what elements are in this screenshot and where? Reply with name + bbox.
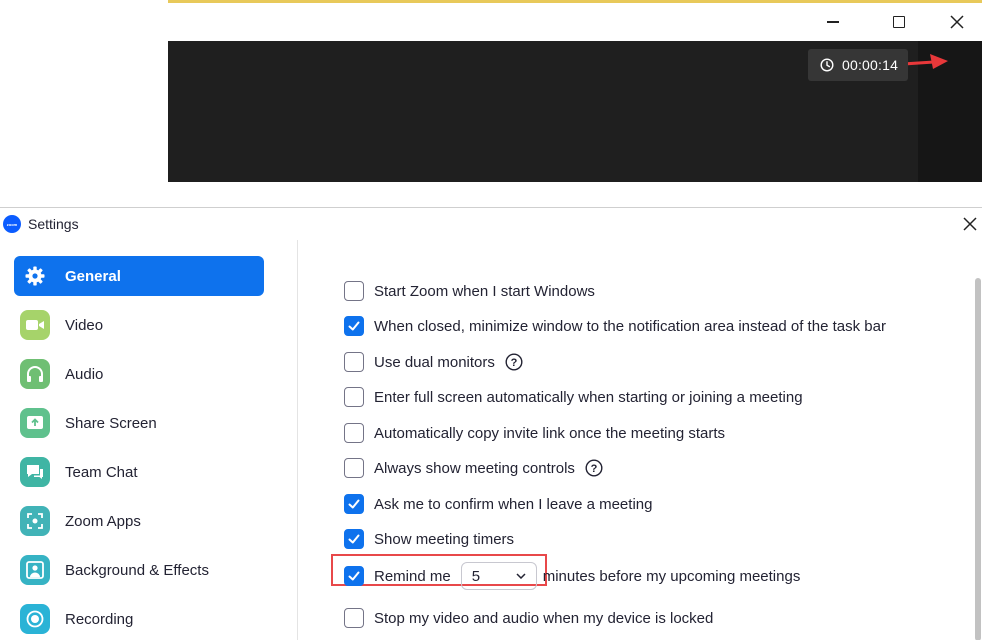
option-suffix-label: minutes before my upcoming meetings	[542, 567, 801, 585]
option-start-zoom-with-windows[interactable]: Start Zoom when I start Windows	[344, 278, 595, 304]
option-confirm-leave-meeting[interactable]: Ask me to confirm when I leave a meeting	[344, 491, 652, 517]
option-label: Enter full screen automatically when sta…	[374, 388, 803, 406]
video-camera-icon	[20, 310, 50, 340]
option-copy-invite-link[interactable]: Automatically copy invite link once the …	[344, 420, 725, 446]
meeting-titlebar	[168, 3, 982, 41]
sidebar-item-share-screen[interactable]: Share Screen	[14, 403, 264, 443]
sidebar-item-label: Audio	[65, 366, 104, 383]
apps-icon	[20, 506, 50, 536]
sidebar-item-background-effects[interactable]: Background & Effects	[14, 550, 264, 590]
person-background-icon	[20, 555, 50, 585]
checkmark-icon	[348, 321, 360, 331]
svg-text:?: ?	[511, 357, 518, 369]
sidebar-item-video[interactable]: Video	[14, 305, 264, 345]
option-label: Always show meeting controls	[374, 459, 575, 477]
settings-titlebar: zoom Settings	[0, 208, 982, 240]
sidebar-item-label: Background & Effects	[65, 562, 209, 579]
sidebar-item-team-chat[interactable]: Team Chat	[14, 452, 264, 492]
option-stop-video-audio-when-locked[interactable]: Stop my video and audio when my device i…	[344, 605, 713, 631]
option-label: Show meeting timers	[374, 530, 515, 548]
checkbox[interactable]	[344, 281, 364, 301]
settings-close-button[interactable]	[960, 214, 980, 234]
chat-icon	[20, 457, 50, 487]
svg-text:?: ?	[591, 463, 598, 475]
settings-sidebar: General Video Audio Share Screen Team Ch	[0, 240, 298, 640]
option-minimize-to-notification-area[interactable]: When closed, minimize window to the noti…	[344, 313, 886, 339]
checkmark-icon	[348, 534, 360, 544]
select-value: 5	[471, 567, 481, 585]
checkbox[interactable]	[344, 458, 364, 478]
checkbox[interactable]	[344, 423, 364, 443]
sidebar-item-recording[interactable]: Recording	[14, 599, 264, 639]
recording-icon	[20, 604, 50, 634]
option-remind-me[interactable]: Remind me 5 minutes before my upcoming m…	[344, 561, 800, 591]
sidebar-item-audio[interactable]: Audio	[14, 354, 264, 394]
checkbox[interactable]	[344, 352, 364, 372]
sidebar-item-zoom-apps[interactable]: Zoom Apps	[14, 501, 264, 541]
checkbox[interactable]	[344, 316, 364, 336]
option-label: Stop my video and audio when my device i…	[374, 609, 714, 627]
option-enter-full-screen[interactable]: Enter full screen automatically when sta…	[344, 384, 803, 410]
headphones-icon	[20, 359, 50, 389]
close-icon	[950, 15, 964, 29]
checkmark-icon	[348, 571, 360, 581]
meeting-timer-text: 00:00:14	[842, 57, 899, 73]
maximize-button[interactable]	[876, 3, 922, 41]
share-screen-icon	[20, 408, 50, 438]
option-label: Automatically copy invite link once the …	[374, 424, 725, 442]
option-show-meeting-timers[interactable]: Show meeting timers	[344, 526, 514, 552]
sidebar-item-label: Zoom Apps	[65, 513, 141, 530]
clock-icon	[820, 58, 834, 72]
minimize-button[interactable]	[810, 3, 856, 41]
close-window-button[interactable]	[934, 3, 980, 41]
reminder-minutes-select[interactable]: 5	[460, 562, 537, 590]
option-label: When closed, minimize window to the noti…	[374, 317, 886, 335]
help-icon[interactable]: ?	[505, 353, 523, 371]
meeting-window: 00:00:14	[168, 0, 982, 182]
zoom-logo-icon: zoom	[3, 215, 21, 233]
checkmark-icon	[348, 499, 360, 509]
content-scrollbar[interactable]	[975, 278, 981, 640]
sidebar-item-general[interactable]: General	[14, 256, 264, 296]
close-icon	[963, 217, 977, 231]
general-settings-panel: Start Zoom when I start Windows When clo…	[299, 240, 982, 640]
checkbox[interactable]	[344, 494, 364, 514]
option-label: Use dual monitors	[374, 353, 495, 371]
help-icon[interactable]: ?	[585, 459, 603, 477]
option-always-show-meeting-controls[interactable]: Always show meeting controls ?	[344, 455, 603, 481]
sidebar-item-label: Share Screen	[65, 415, 157, 432]
sidebar-item-label: General	[65, 268, 121, 285]
settings-window: zoom Settings General Video Audio Share …	[0, 207, 982, 640]
chevron-down-icon	[516, 573, 526, 579]
minimize-icon	[827, 21, 839, 23]
option-use-dual-monitors[interactable]: Use dual monitors ?	[344, 349, 523, 375]
maximize-icon	[893, 16, 905, 28]
option-label: Remind me	[374, 567, 451, 585]
option-label: Ask me to confirm when I leave a meeting	[374, 495, 653, 513]
sidebar-item-label: Team Chat	[65, 464, 138, 481]
checkbox[interactable]	[344, 387, 364, 407]
settings-title: Settings	[28, 216, 79, 232]
checkbox[interactable]	[344, 608, 364, 628]
gear-icon	[20, 261, 50, 291]
meeting-timer-badge[interactable]: 00:00:14	[808, 49, 908, 81]
sidebar-item-label: Video	[65, 317, 104, 334]
checkbox[interactable]	[344, 529, 364, 549]
option-label: Start Zoom when I start Windows	[374, 282, 595, 300]
checkbox[interactable]	[344, 566, 364, 586]
sidebar-item-label: Recording	[65, 611, 134, 628]
